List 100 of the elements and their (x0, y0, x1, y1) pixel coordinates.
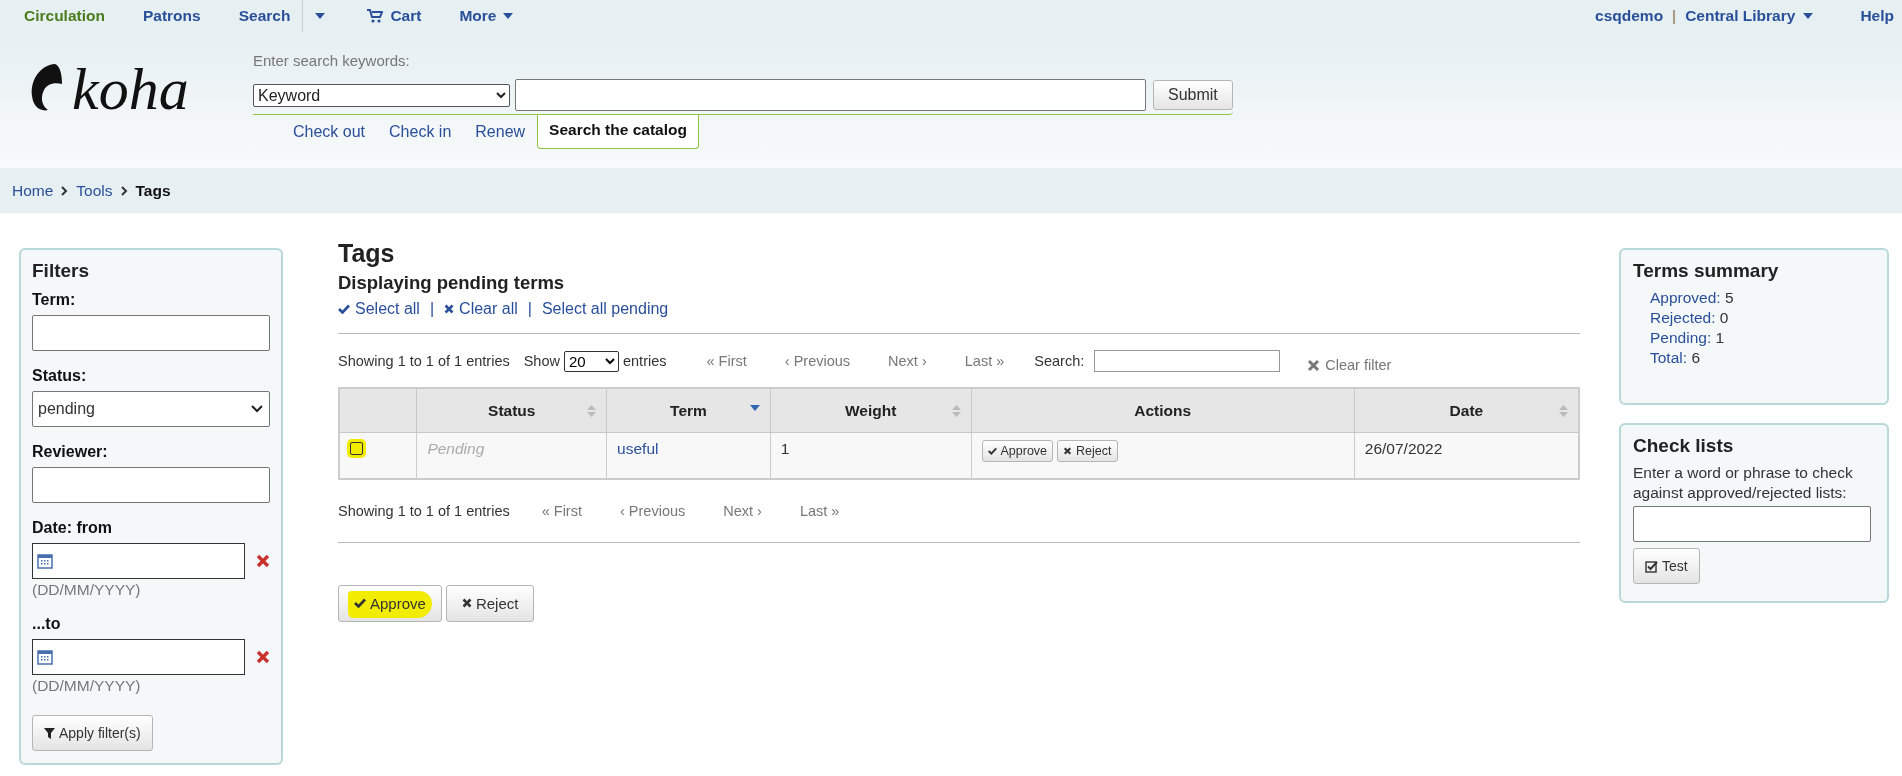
instructions-text: Enter a word or phrase to check against approved/rejected lists: (1633, 463, 1854, 503)
caret-icon (503, 13, 514, 19)
caret-icon (315, 13, 326, 19)
help-link[interactable]: Help (1860, 7, 1894, 25)
separator: | (1672, 7, 1677, 25)
search-tab[interactable]: Renew (463, 115, 538, 149)
date-text: 26/07/2022 (1364, 440, 1443, 457)
search-tab[interactable]: Check in (377, 115, 464, 149)
x-icon (1307, 358, 1321, 372)
clear-icon (256, 554, 270, 568)
weight-text: 1 (780, 440, 790, 457)
sort-icon (1559, 405, 1568, 417)
nav-link[interactable]: More (459, 7, 514, 25)
field-label: Date: from (32, 519, 113, 537)
breadcrumb-current: Tags (135, 181, 171, 200)
nav-link[interactable]: Patrons (142, 7, 201, 25)
status-select[interactable]: pending (32, 391, 270, 427)
entries-label: entries (623, 353, 667, 369)
date-format-hint: (DD/MM/YYYY) (32, 677, 142, 695)
nav-link[interactable]: Search (238, 7, 291, 25)
input-field[interactable] (1633, 506, 1871, 542)
date-field[interactable] (32, 543, 246, 579)
summary-count: 6 (1691, 349, 1700, 366)
column-header[interactable]: Date (1449, 401, 1484, 419)
pager-link[interactable]: Last » (964, 353, 1005, 369)
search-label: Search: (1034, 353, 1085, 369)
reject-button[interactable]: Reject (445, 584, 535, 622)
selection-link[interactable]: Select all pending (541, 300, 669, 318)
page-size-select[interactable]: 20 (564, 350, 619, 372)
input-field[interactable] (32, 315, 270, 351)
sort-icon (587, 405, 597, 417)
search-tab[interactable]: Check out (281, 115, 378, 149)
test-button[interactable]: Test (1633, 548, 1700, 584)
search-field[interactable] (515, 79, 1146, 111)
logo-text: koha (72, 59, 189, 119)
entries-info: Showing 1 to 1 of 1 entries (338, 502, 510, 519)
summary-link[interactable]: Pending: (1650, 329, 1712, 346)
library-menu[interactable]: Central Library (1685, 7, 1814, 25)
submit-button[interactable]: Submit (1153, 80, 1233, 110)
date-format-hint: (DD/MM/YYYY) (32, 581, 142, 599)
clear-icon (256, 650, 270, 664)
check-icon (354, 598, 366, 608)
x-icon (444, 304, 455, 314)
breadcrumb-link[interactable]: Tools (76, 181, 113, 200)
field-label: Status: (32, 367, 88, 385)
summary-count: 0 (1719, 309, 1729, 326)
row-checkbox[interactable] (350, 442, 363, 455)
search-tab[interactable]: Search the catalog (537, 115, 699, 149)
user-menu[interactable]: csqdemo (1595, 7, 1664, 25)
separator: | (429, 300, 435, 318)
breadcrumb-link[interactable]: Home (12, 181, 54, 200)
column-header[interactable]: Term (670, 401, 707, 419)
cart-icon (367, 9, 384, 23)
summary-link[interactable]: Rejected: (1650, 309, 1716, 326)
selection-link[interactable]: Select all (338, 300, 420, 318)
approve-button[interactable]: Approve (981, 440, 1054, 462)
apply-filters-button[interactable]: Apply filter(s) (32, 715, 153, 751)
entries-info: Showing 1 to 1 of 1 entries (338, 353, 510, 369)
calendar-icon (37, 553, 53, 569)
pager-link[interactable]: Next › (723, 502, 762, 519)
pager-link[interactable]: « First (541, 502, 582, 519)
x-icon (1063, 447, 1073, 455)
table-search-field[interactable] (1094, 350, 1281, 372)
summary-count: 1 (1715, 329, 1725, 346)
input-field[interactable] (32, 467, 270, 503)
summary-link[interactable]: Approved: (1650, 289, 1721, 306)
pager-link[interactable]: « First (706, 353, 747, 369)
pager-link[interactable]: ‹ Previous (784, 353, 851, 369)
pager-link[interactable]: Last » (799, 502, 840, 519)
clear-filter-link[interactable]: Clear filter (1307, 357, 1392, 373)
selection-link[interactable]: Clear all (444, 300, 518, 318)
term-link[interactable]: useful (617, 440, 659, 457)
column-header[interactable]: Status (488, 401, 536, 419)
nav-link[interactable]: Cart (367, 7, 422, 25)
search-type-select[interactable]: Keyword (253, 83, 510, 107)
filter-icon (44, 727, 55, 739)
chevron-down-icon (251, 405, 263, 413)
field-label: Reviewer: (32, 443, 109, 461)
field-label: Term: (32, 291, 77, 309)
pager-link[interactable]: Next › (888, 353, 927, 369)
approve-button[interactable]: Approve (338, 584, 442, 622)
reject-button[interactable]: Reject (1057, 440, 1118, 462)
summary-count: 5 (1725, 289, 1734, 306)
x-icon (461, 598, 472, 608)
check-icon (338, 304, 350, 314)
column-header[interactable]: Weight (845, 401, 897, 419)
date-field[interactable] (32, 639, 246, 675)
panel-title: Filters (32, 260, 91, 282)
caret-icon (1803, 13, 1814, 19)
sort-descending-icon (749, 405, 760, 411)
status-text: Pending (427, 440, 485, 457)
sort-icon (951, 405, 961, 417)
check-icon (987, 447, 997, 455)
checkbox-icon (1645, 559, 1658, 573)
panel-title: Terms summary (1633, 260, 1780, 282)
column-header[interactable]: Actions (1134, 401, 1192, 419)
show-label: Show (523, 353, 560, 369)
summary-link[interactable]: Total: (1650, 349, 1688, 366)
pager-link[interactable]: ‹ Previous (620, 502, 686, 519)
nav-link[interactable]: Circulation (24, 7, 105, 25)
